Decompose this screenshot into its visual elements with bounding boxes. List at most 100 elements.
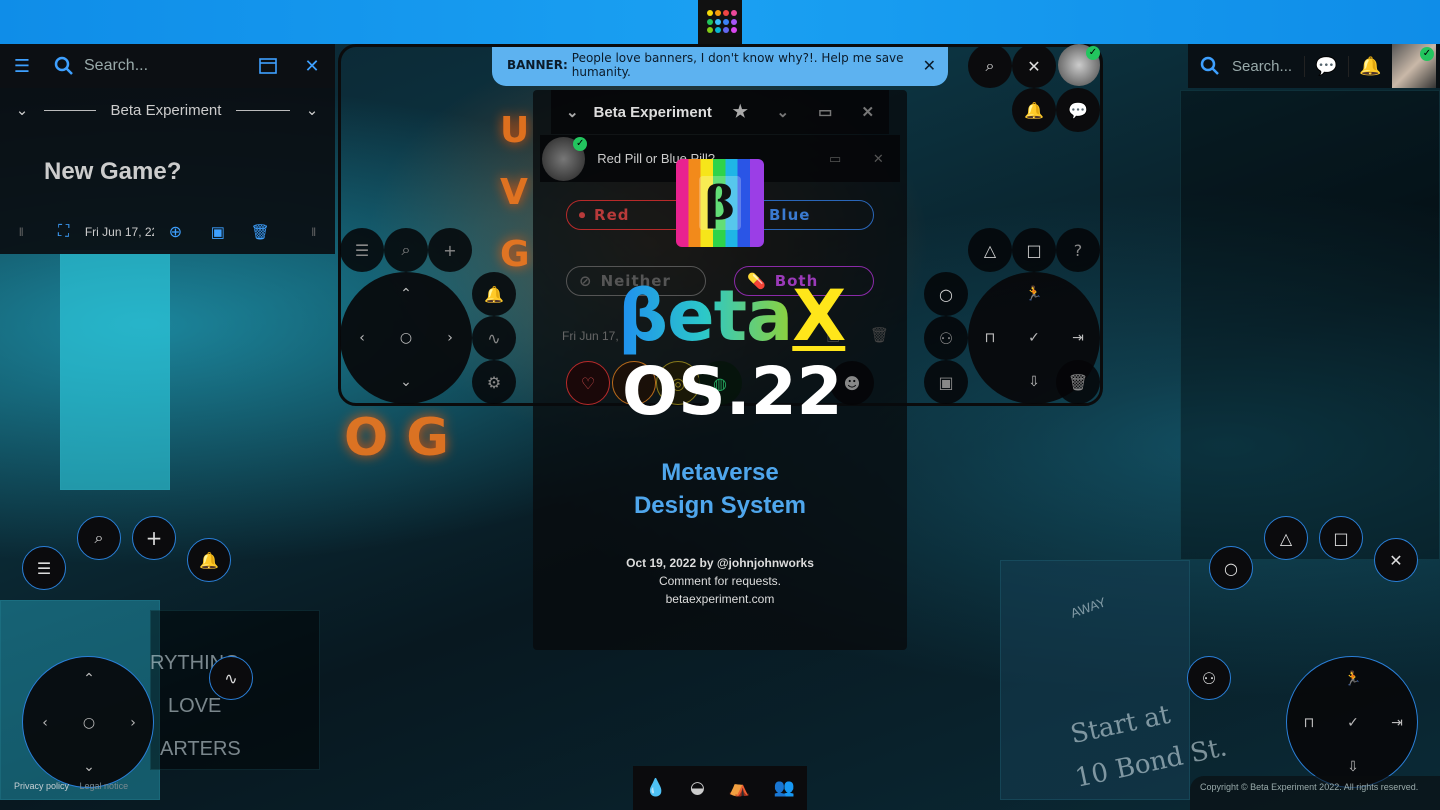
door-icon[interactable]: ⊓ <box>968 316 1012 360</box>
chevron-up-icon[interactable]: ⌃ <box>67 657 111 701</box>
add-icon[interactable]: ⊕ <box>154 222 196 242</box>
building-right <box>1180 90 1440 560</box>
wave-button[interactable]: ∿ <box>472 316 516 360</box>
beta-logo-glyph: β <box>698 176 742 230</box>
date-label: Fri Jun 17, 22 <box>84 225 155 239</box>
avatar[interactable]: ✓ <box>1058 44 1100 86</box>
app-launcher-icon[interactable] <box>698 0 742 44</box>
search-icon <box>1188 56 1232 76</box>
circle-button[interactable]: ○ <box>924 272 968 316</box>
version-title: OS.22 <box>622 353 843 430</box>
circle-icon[interactable]: ○ <box>384 316 428 360</box>
drag-handle-icon[interactable]: ‖ <box>0 225 42 239</box>
circle-icon[interactable]: ○ <box>67 701 111 745</box>
bell-button[interactable]: 🔔 <box>472 272 516 316</box>
chevron-up-icon[interactable]: ⌃ <box>384 272 428 316</box>
date-label: Fri Jun 17, <box>562 329 619 343</box>
page-title: New Game? <box>44 158 182 185</box>
star-icon[interactable]: ★ <box>719 102 761 122</box>
save-button[interactable]: ▣ <box>924 360 968 404</box>
chat-icon[interactable]: 💬 <box>1304 55 1348 77</box>
tagline: Metaverse Design System <box>533 456 907 522</box>
expand-icon[interactable]: ⛶ <box>42 223 84 241</box>
search-button[interactable]: ⌕ <box>77 516 121 560</box>
chevron-left-icon[interactable]: ‹ <box>23 701 67 745</box>
window-icon[interactable]: ▭ <box>804 103 846 121</box>
drop-icon[interactable]: 💧 <box>645 778 666 798</box>
check-icon[interactable]: ✓ <box>1012 316 1056 360</box>
copyright: Copyright © Beta Experiment 2022. All ri… <box>1190 776 1440 810</box>
camp-icon[interactable]: ⛺ <box>729 778 750 798</box>
byline: Oct 19, 2022 by @johnjohnworks Comment f… <box>533 554 907 608</box>
exit-icon[interactable]: ⇥ <box>1375 701 1419 745</box>
menu-button[interactable]: ☰ <box>22 546 66 590</box>
trash-button[interactable]: 🗑 <box>1056 360 1100 404</box>
chevron-down-icon[interactable]: ⌄ <box>290 101 334 119</box>
status-check-icon: ✓ <box>1420 47 1434 61</box>
heart-button[interactable]: ♡ <box>566 361 610 405</box>
bottom-dock: 💧 ◒ ⛺ 👥 <box>633 766 807 810</box>
tagline-line-2: Design System <box>633 492 807 519</box>
brand-wordmark: βetaX <box>618 276 846 356</box>
run-icon[interactable]: 🏃 <box>1012 272 1056 316</box>
square-button[interactable]: □ <box>1012 228 1056 272</box>
square-button[interactable]: □ <box>1319 516 1363 560</box>
bowl-icon[interactable]: ◒ <box>690 778 705 798</box>
bell-button[interactable]: 🔔 <box>187 538 231 582</box>
download-icon[interactable]: ⇩ <box>1012 360 1056 404</box>
bell-button[interactable]: 🔔 <box>1012 88 1056 132</box>
legal-link[interactable]: Legal notice <box>80 781 129 791</box>
door-icon[interactable]: ⊓ <box>1287 701 1331 745</box>
chevron-down-icon[interactable]: ⌄ <box>0 101 44 119</box>
people-icon[interactable]: 👥 <box>774 778 795 798</box>
chevron-down-icon[interactable]: ⌄ <box>762 103 804 121</box>
triangle-button[interactable]: △ <box>1264 516 1308 560</box>
exit-icon[interactable]: ⇥ <box>1056 316 1100 360</box>
byline-site[interactable]: betaexperiment.com <box>533 590 907 608</box>
search-input[interactable] <box>84 57 234 75</box>
neon-og: O G <box>344 408 449 468</box>
shapes-button[interactable]: ⚇ <box>1187 656 1231 700</box>
shapes-button[interactable]: ⚇ <box>924 316 968 360</box>
search-button[interactable]: ⌕ <box>968 44 1012 88</box>
chevron-left-icon[interactable]: ‹ <box>340 316 384 360</box>
beta-logo: β <box>676 159 764 247</box>
check-icon[interactable]: ✓ <box>1331 701 1375 745</box>
bell-icon[interactable]: 🔔 <box>1348 55 1392 77</box>
close-button[interactable]: ✕ <box>1012 44 1056 88</box>
question-button[interactable]: ? <box>1056 228 1100 272</box>
search-input[interactable] <box>1232 57 1304 75</box>
close-icon[interactable]: ✕ <box>846 103 888 121</box>
drag-handle-icon[interactable]: ‖ <box>293 225 335 239</box>
trash-icon[interactable]: 🗑 <box>239 223 281 241</box>
save-icon[interactable]: ▣ <box>197 223 239 241</box>
add-button[interactable]: + <box>132 516 176 560</box>
chevron-down-icon[interactable]: ⌄ <box>384 360 428 404</box>
close-button[interactable]: ✕ <box>1374 538 1418 582</box>
window-icon[interactable] <box>246 58 290 74</box>
pill-red-label: Red <box>594 206 630 224</box>
triangle-button[interactable]: △ <box>968 228 1012 272</box>
wave-button[interactable]: ∿ <box>209 656 253 700</box>
search-button[interactable]: ⌕ <box>384 228 428 272</box>
chevron-down-icon[interactable]: ⌄ <box>551 103 593 121</box>
menu-icon[interactable]: ☰ <box>0 56 44 77</box>
add-button[interactable]: + <box>428 228 472 272</box>
close-icon[interactable]: ✕ <box>857 151 900 167</box>
footer-links: Privacy policy Legal notice <box>14 781 128 791</box>
menu-button[interactable]: ☰ <box>340 228 384 272</box>
privacy-link[interactable]: Privacy policy <box>14 781 69 791</box>
chevron-right-icon[interactable]: › <box>111 701 155 745</box>
divider <box>44 109 96 111</box>
run-icon[interactable]: 🏃 <box>1331 657 1375 701</box>
avatar[interactable]: ✓ <box>542 136 588 181</box>
gear-button[interactable]: ⚙ <box>472 360 516 404</box>
close-icon[interactable]: ✕ <box>290 56 334 77</box>
avatar[interactable]: ✓ <box>1392 44 1436 88</box>
trash-icon[interactable]: 🗑 <box>870 326 889 344</box>
circle-button[interactable]: ○ <box>1209 546 1253 590</box>
window-icon[interactable]: ▭ <box>814 151 857 167</box>
chat-button[interactable]: 💬 <box>1056 88 1100 132</box>
chevron-right-icon[interactable]: › <box>428 316 472 360</box>
status-check-icon: ✓ <box>1086 46 1100 60</box>
